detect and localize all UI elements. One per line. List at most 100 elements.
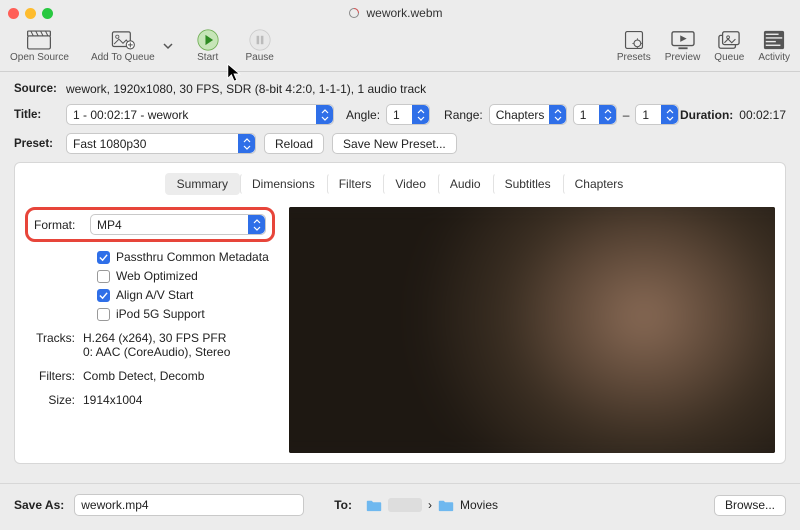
queue-button[interactable]: Queue (714, 28, 744, 63)
ipod-label: iPod 5G Support (116, 307, 205, 321)
reload-label: Reload (275, 137, 313, 151)
queue-icon (716, 29, 742, 51)
preview-label: Preview (665, 52, 701, 63)
preset-select[interactable]: Fast 1080p30 (66, 133, 256, 154)
to-label: To: (334, 498, 352, 512)
app-icon (348, 7, 360, 19)
tab-summary[interactable]: Summary (165, 173, 240, 195)
range-sep: – (617, 108, 636, 122)
panel: Summary Dimensions Filters Video Audio S… (14, 162, 786, 464)
browse-button[interactable]: Browse... (714, 495, 786, 516)
queue-add-icon (110, 29, 136, 51)
format-select[interactable]: MP4 (90, 214, 266, 235)
open-source-button[interactable]: Open Source (10, 28, 69, 63)
format-value: MP4 (97, 218, 122, 232)
duration-label: Duration: (680, 108, 733, 122)
activity-button[interactable]: Activity (758, 28, 790, 63)
preview-image (289, 207, 775, 453)
summary-body: Format: MP4 Passthru Common Metadata Web… (25, 207, 775, 453)
checkbox-checked-icon (97, 251, 110, 264)
close-icon[interactable] (8, 8, 19, 19)
video-preview (289, 207, 775, 453)
save-as-label: Save As: (14, 498, 64, 512)
filters-value: Comb Detect, Decomb (83, 369, 204, 383)
title-value: 1 - 00:02:17 - wework (73, 108, 188, 122)
range-mode-select[interactable]: Chapters (489, 104, 567, 125)
preset-label: Preset: (14, 138, 66, 150)
align-av-checkbox-row[interactable]: Align A/V Start (97, 288, 275, 302)
pause-button[interactable]: Pause (245, 28, 275, 63)
save-as-value: wework.mp4 (81, 498, 148, 512)
size-label: Size: (25, 393, 75, 407)
browse-label: Browse... (725, 498, 775, 512)
range-to-select[interactable]: 1 (635, 104, 679, 125)
dest-folder: Movies (460, 498, 498, 512)
checkbox-checked-icon (97, 289, 110, 302)
tab-video[interactable]: Video (383, 173, 437, 195)
web-optimized-label: Web Optimized (116, 269, 198, 283)
folder-icon (438, 499, 454, 512)
add-to-queue-button[interactable]: Add To Queue (91, 28, 155, 63)
passthru-checkbox-row[interactable]: Passthru Common Metadata (97, 250, 275, 264)
size-row: Size: 1914x1004 (25, 393, 275, 407)
tab-audio[interactable]: Audio (438, 173, 493, 195)
bottom-bar: Save As: wework.mp4 To: › Movies Browse.… (0, 483, 800, 530)
presets-label: Presets (617, 52, 651, 63)
pause-label: Pause (246, 52, 274, 63)
range-from-value: 1 (580, 108, 587, 122)
source-value: wework, 1920x1080, 30 FPS, SDR (8-bit 4:… (66, 82, 426, 96)
start-label: Start (197, 52, 218, 63)
range-from-select[interactable]: 1 (573, 104, 617, 125)
tab-dimensions[interactable]: Dimensions (240, 173, 327, 195)
toolbar: Open Source Add To Queue Start Pause Pre… (0, 26, 800, 72)
tabs: Summary Dimensions Filters Video Audio S… (25, 173, 775, 195)
save-preset-button[interactable]: Save New Preset... (332, 133, 457, 154)
web-optimized-checkbox-row[interactable]: Web Optimized (97, 269, 275, 283)
preview-icon (670, 29, 696, 51)
source-label: Source: (14, 83, 66, 95)
title-text: wework.webm (366, 6, 442, 20)
summary-left: Format: MP4 Passthru Common Metadata Web… (25, 207, 275, 453)
minimize-icon[interactable] (25, 8, 36, 19)
queue-label: Queue (714, 52, 744, 63)
save-as-input[interactable]: wework.mp4 (74, 494, 304, 516)
source-row: Source: wework, 1920x1080, 30 FPS, SDR (… (14, 82, 786, 96)
play-icon (195, 29, 221, 51)
titlebar: wework.webm (0, 0, 800, 26)
pause-icon (247, 29, 273, 51)
ipod-checkbox-row[interactable]: iPod 5G Support (97, 307, 275, 321)
activity-label: Activity (758, 52, 790, 63)
presets-button[interactable]: Presets (617, 28, 651, 63)
start-button[interactable]: Start (193, 28, 223, 63)
size-value: 1914x1004 (83, 393, 142, 407)
format-row-highlight: Format: MP4 (25, 207, 275, 242)
range-to-value: 1 (642, 108, 649, 122)
main-area: Source: wework, 1920x1080, 30 FPS, SDR (… (0, 72, 800, 464)
window-controls (8, 8, 53, 19)
window-title: wework.webm (53, 6, 738, 20)
save-preset-label: Save New Preset... (343, 137, 446, 151)
reload-button[interactable]: Reload (264, 133, 324, 154)
checkbox-icon (97, 308, 110, 321)
title-select[interactable]: 1 - 00:02:17 - wework (66, 104, 334, 125)
tracks-row: Tracks: H.264 (x264), 30 FPS PFR 0: AAC … (25, 331, 275, 359)
tracks-line-1: H.264 (x264), 30 FPS PFR (83, 331, 230, 345)
preview-button[interactable]: Preview (665, 28, 701, 63)
tab-subtitles[interactable]: Subtitles (493, 173, 563, 195)
filters-label: Filters: (25, 369, 75, 383)
cursor-icon (226, 62, 244, 87)
angle-select[interactable]: 1 (386, 104, 430, 125)
tab-filters[interactable]: Filters (327, 173, 384, 195)
checkbox-icon (97, 270, 110, 283)
activity-icon (761, 29, 787, 51)
preset-value: Fast 1080p30 (73, 137, 146, 151)
destination-breadcrumb[interactable]: › Movies (366, 498, 498, 512)
crumb-sep: › (428, 498, 432, 512)
range-label: Range: (444, 108, 483, 122)
tab-chapters[interactable]: Chapters (563, 173, 636, 195)
title-row: Title: 1 - 00:02:17 - wework Angle: 1 Ra… (14, 104, 786, 125)
presets-icon (621, 29, 647, 51)
zoom-icon[interactable] (42, 8, 53, 19)
add-dropdown-icon[interactable] (163, 28, 173, 63)
clapperboard-icon (26, 29, 52, 51)
